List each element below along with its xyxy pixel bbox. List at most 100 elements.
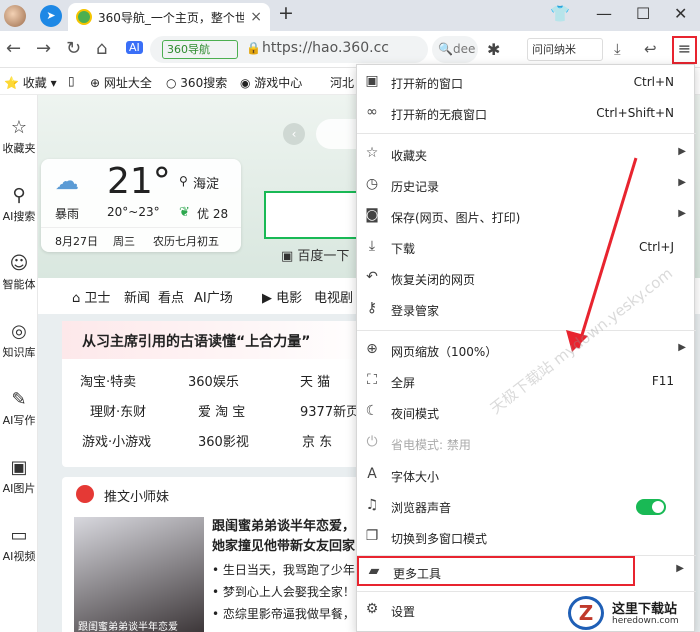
story-channel-title[interactable]: 推文小师妹 xyxy=(104,486,169,505)
forward-button[interactable]: → xyxy=(36,38,51,59)
hero-prev-button[interactable]: ‹ xyxy=(283,123,305,145)
lock-icon[interactable]: 🔒 xyxy=(246,41,261,55)
weather-condition: 暴雨 xyxy=(55,207,80,221)
search-icon: ⚲ xyxy=(12,185,26,206)
sidebar-item-ai-writing[interactable]: ✎ AI写作 xyxy=(0,389,38,428)
story-photo[interactable]: 跟闺蜜弟弟谈半年恋爱 xyxy=(74,517,204,632)
link-360-video[interactable]: 360影视 xyxy=(198,431,249,450)
link-games[interactable]: 游戏·小游戏 xyxy=(82,431,151,450)
maximize-button[interactable]: ☐ xyxy=(636,4,650,23)
weather-range: 20°~23° xyxy=(107,205,160,219)
weather-card[interactable]: ☁ 暴雨 21° 20°~23° ⚲ 海淀 ❦ 优 28 8月27日 周三 农历… xyxy=(41,159,241,252)
search-box[interactable] xyxy=(264,191,364,239)
link-9377[interactable]: 9377新页 xyxy=(300,401,359,420)
bookmark-game-center[interactable]: ◉ 游戏中心 xyxy=(240,74,302,91)
bookmark-hebei[interactable]: 河北 xyxy=(330,74,354,91)
bookmark-phone-icon[interactable]: ▯ xyxy=(68,74,75,88)
search-field[interactable]: 🔍dee xyxy=(432,36,478,63)
chevron-right-icon: ▶ xyxy=(678,146,686,157)
nav-weishi[interactable]: ⌂ 卫士 xyxy=(72,287,110,306)
profile-avatar[interactable] xyxy=(4,5,26,27)
bookmark-favorites[interactable]: ⭐ 收藏 ▾ xyxy=(4,74,57,91)
leaf-icon: ❦ xyxy=(179,205,190,220)
sound-toggle[interactable] xyxy=(636,499,666,515)
chevron-right-icon: ▶ xyxy=(676,563,684,574)
story-item-2[interactable]: • 梦到心上人会娶我全家！... xyxy=(212,583,366,600)
bookmark-site-directory[interactable]: ⊕ 网址大全 xyxy=(90,74,152,91)
link-finance[interactable]: 理财·东财 xyxy=(90,401,146,420)
wenwen-nami-button[interactable]: 问问纳米 xyxy=(527,38,603,61)
headline[interactable]: 从习主席引用的古语读懂“上合力量” xyxy=(62,321,372,359)
air-quality: 优 28 xyxy=(197,207,229,221)
link-jd[interactable]: 京 东 xyxy=(302,431,332,450)
nav-tv[interactable]: 电视剧 xyxy=(314,287,353,306)
link-360-ent[interactable]: 360娱乐 xyxy=(188,371,239,390)
sidebar-item-ai-search[interactable]: ⚲ AI搜索 xyxy=(0,185,38,224)
location-icon: ⚲ xyxy=(179,174,188,188)
reload-button[interactable]: ↻ xyxy=(66,38,81,59)
story-item-3[interactable]: • 恋综里影帝逼我做早餐，... xyxy=(212,605,366,622)
skin-icon[interactable]: 👕 xyxy=(550,4,570,23)
menu-zoom[interactable]: ⊕ 网页缩放（100%） ▶ xyxy=(357,336,696,366)
menu-font-size[interactable]: A 字体大小 xyxy=(357,461,696,491)
tab-active[interactable]: 360导航_一个主页，整个世界 × xyxy=(68,3,270,31)
story-channel-icon xyxy=(76,485,94,503)
star-list-icon: ☆ xyxy=(365,145,379,161)
menu-history[interactable]: ◷ 历史记录 ▶ xyxy=(357,171,696,201)
menu-night-mode[interactable]: ☾ 夜间模式 xyxy=(357,398,696,428)
menu-new-window[interactable]: ▣ 打开新的窗口 Ctrl+N xyxy=(357,68,696,98)
home-button[interactable]: ⌂ xyxy=(96,38,107,59)
sidebar-item-agent[interactable]: ☺ 智能体 xyxy=(0,253,38,292)
search-icon: 🔍 xyxy=(438,42,453,56)
image-icon: ▣ xyxy=(10,457,28,478)
nav-news[interactable]: 新闻 xyxy=(124,287,150,306)
close-window-button[interactable]: ✕ xyxy=(674,4,687,23)
tab-send-icon[interactable]: ➤ xyxy=(40,5,62,27)
rain-icon: ☁ xyxy=(55,167,79,195)
tab-close-icon[interactable]: × xyxy=(250,9,262,25)
font-icon: A xyxy=(367,466,377,482)
menu-more-tools[interactable]: ▰ 更多工具 xyxy=(357,556,635,586)
nav-movie[interactable]: ▶ 电影 xyxy=(262,287,302,306)
back-button[interactable]: ← xyxy=(6,38,21,59)
agent-icon: ☺ xyxy=(9,253,29,274)
menu-multi-window[interactable]: ❐ 切换到多窗口模式 xyxy=(357,523,696,553)
ai-icon[interactable]: AI xyxy=(126,41,143,54)
menu-browser-sound[interactable]: ♫ 浏览器声音 xyxy=(357,492,696,522)
sidebar-item-knowledge[interactable]: ◎ 知识库 xyxy=(0,321,38,360)
baidu-search-button[interactable]: ▣ 百度一下 xyxy=(281,245,349,264)
address-bar[interactable]: 360导航 🔒 https://hao.360.cc xyxy=(150,36,428,63)
video-icon: ▭ xyxy=(10,525,28,546)
bookmark-360-search[interactable]: ○ 360搜索 xyxy=(166,74,227,91)
menu-new-incognito[interactable]: ∞ 打开新的无痕窗口 Ctrl+Shift+N xyxy=(357,99,696,129)
chevron-right-icon: ▶ xyxy=(678,177,686,188)
nav-ai-square[interactable]: AI广场 xyxy=(194,287,233,306)
menu-power-save: ⏻ 省电模式: 禁用 xyxy=(357,429,696,459)
extension-icon[interactable]: ✱ xyxy=(487,40,500,59)
download-toolbar-icon[interactable]: ⤓ xyxy=(614,40,621,58)
sidebar: ☆ 收藏夹 ⚲ AI搜索 ☺ 智能体 ◎ 知识库 ✎ AI写作 ▣ AI图片 ▭ AI视频 xyxy=(0,95,38,632)
sidebar-item-ai-video[interactable]: ▭ AI视频 xyxy=(0,525,38,564)
logo-title: 这里下载站 xyxy=(612,602,678,617)
link-aitaobao[interactable]: 爱 淘 宝 xyxy=(198,401,245,420)
nav-kandian[interactable]: 看点 xyxy=(158,287,184,306)
moon-icon: ☾ xyxy=(365,403,379,419)
undo-icon[interactable]: ↩ xyxy=(644,40,657,58)
url-text[interactable]: https://hao.360.cc xyxy=(262,40,389,56)
sidebar-item-favorites[interactable]: ☆ 收藏夹 xyxy=(0,117,38,156)
menu-download[interactable]: ⤓ 下载 Ctrl+J xyxy=(357,233,696,263)
camera-icon: ◙ xyxy=(365,207,379,223)
menu-save[interactable]: ◙ 保存(网页、图片、打印) ▶ xyxy=(357,202,696,232)
multiwindow-icon: ❐ xyxy=(365,528,379,544)
link-taobao[interactable]: 淘宝·特卖 xyxy=(80,371,136,390)
story-headline-2[interactable]: 她家撞见他带新女友回家 xyxy=(212,535,355,554)
sidebar-item-ai-image[interactable]: ▣ AI图片 xyxy=(0,457,38,496)
story-headline-1[interactable]: 跟闺蜜弟弟谈半年恋爱， xyxy=(212,515,355,534)
main-menu-button[interactable]: ≡ xyxy=(672,36,697,64)
link-tmall[interactable]: 天 猫 xyxy=(300,371,330,390)
story-item-1[interactable]: • 生日当天，我骂跑了少年... xyxy=(212,561,366,578)
search-hint: dee xyxy=(452,42,476,56)
new-tab-button[interactable]: + xyxy=(278,2,294,24)
menu-favorites[interactable]: ☆ 收藏夹 ▶ xyxy=(357,140,696,170)
minimize-button[interactable]: — xyxy=(596,4,612,23)
